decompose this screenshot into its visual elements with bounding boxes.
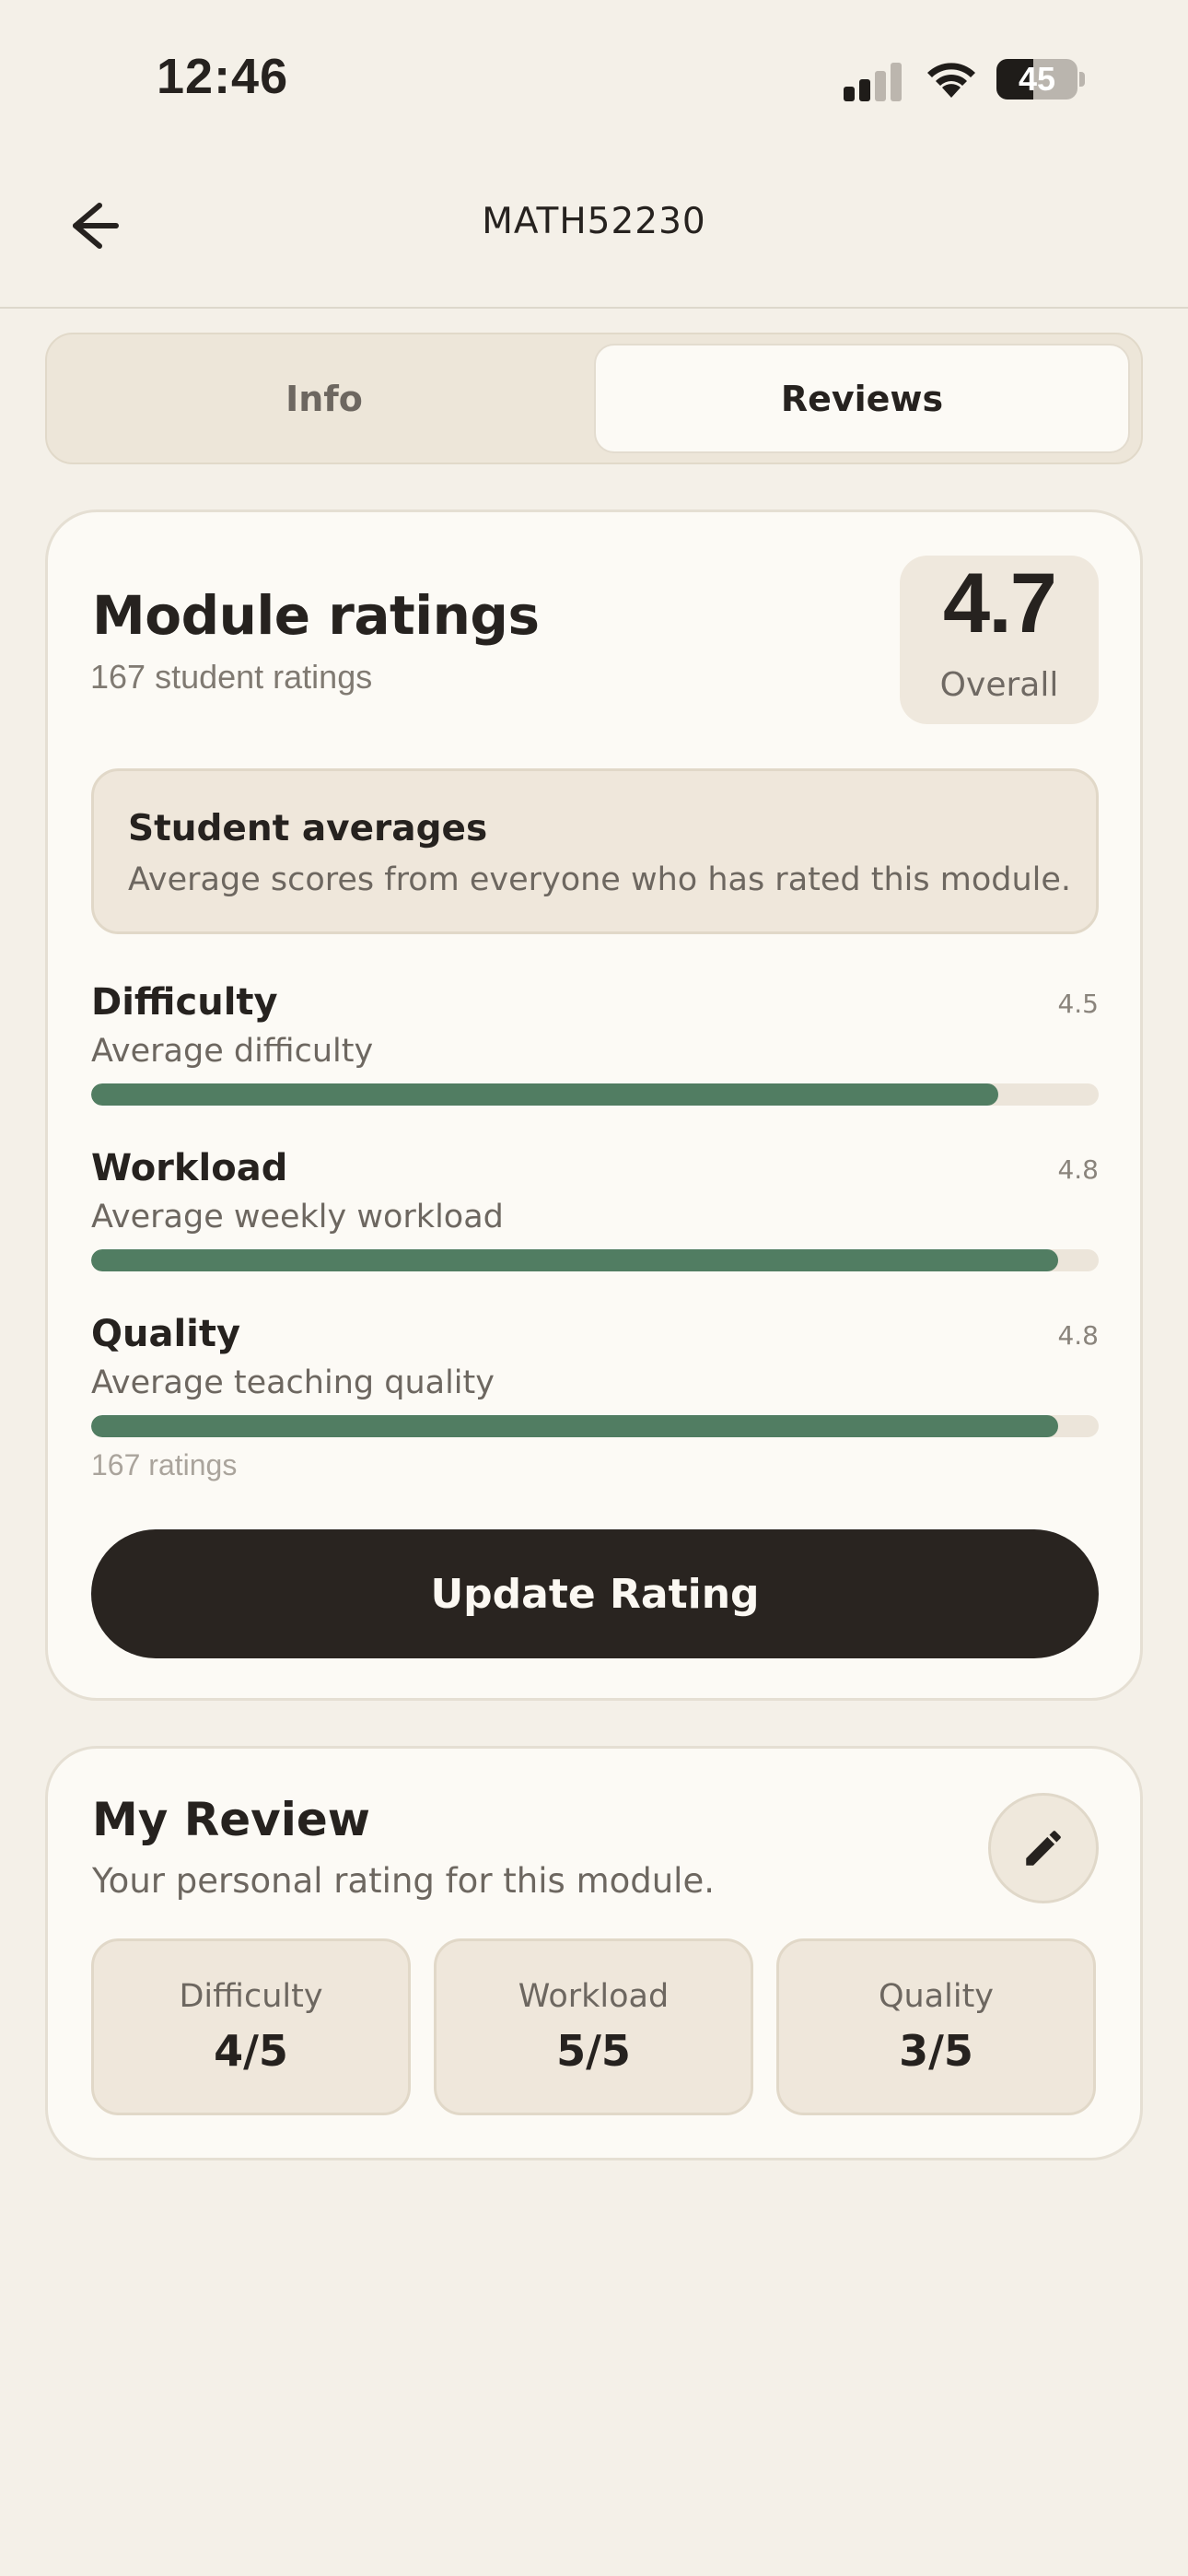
ratings-subtitle: 167 student ratings xyxy=(90,658,373,696)
ratings-count: 167 ratings xyxy=(91,1448,238,1481)
metric-value: 4.5 xyxy=(1057,989,1099,1019)
overall-score-box: 4.7 Overall xyxy=(900,556,1099,724)
metric-description: Average teaching quality xyxy=(91,1364,495,1401)
pencil-icon xyxy=(1026,1831,1061,1866)
metric-bar-track xyxy=(91,1083,1099,1106)
metric-quality: Quality 4.8 Average teaching quality xyxy=(91,1313,1099,1442)
averages-title: Student averages xyxy=(128,808,488,849)
tab-bar: Info Reviews xyxy=(45,333,1143,464)
score-value: 5/5 xyxy=(556,2026,631,2076)
screen: 12:46 45 MATH52230 Info Reviews Module r… xyxy=(0,0,1188,2576)
metric-bar-fill xyxy=(91,1249,1059,1271)
status-time: 12:46 xyxy=(157,49,289,104)
battery-level: 45 xyxy=(1018,60,1056,98)
metric-bar-track xyxy=(91,1249,1099,1271)
tab-reviews[interactable]: Reviews xyxy=(594,344,1130,453)
my-score-workload: Workload 5/5 xyxy=(434,1938,753,2115)
metric-bar-fill xyxy=(91,1083,998,1106)
metric-description: Average weekly workload xyxy=(91,1199,504,1235)
score-label: Difficulty xyxy=(179,1978,323,2015)
overall-label: Overall xyxy=(939,666,1059,704)
my-review-title: My Review xyxy=(92,1793,371,1846)
update-rating-button[interactable]: Update Rating xyxy=(91,1529,1099,1658)
student-averages-box: Student averages Average scores from eve… xyxy=(91,768,1099,934)
averages-description: Average scores from everyone who has rat… xyxy=(128,861,1072,898)
signal-icon xyxy=(844,63,902,101)
tab-info[interactable]: Info xyxy=(56,344,592,453)
score-value: 3/5 xyxy=(899,2026,973,2076)
metric-workload: Workload 4.8 Average weekly workload xyxy=(91,1147,1099,1276)
page-title: MATH52230 xyxy=(482,201,706,242)
overall-score: 4.7 xyxy=(943,556,1057,650)
metric-bar-fill xyxy=(91,1415,1059,1437)
metric-label: Quality xyxy=(91,1313,241,1355)
metric-description: Average difficulty xyxy=(91,1033,374,1070)
battery-icon: 45 xyxy=(996,59,1087,100)
metric-value: 4.8 xyxy=(1057,1154,1099,1185)
edit-review-button[interactable] xyxy=(988,1793,1099,1903)
wifi-icon xyxy=(927,63,975,98)
my-score-quality: Quality 3/5 xyxy=(776,1938,1096,2115)
my-review-card: My Review Your personal rating for this … xyxy=(45,1746,1143,2160)
score-label: Quality xyxy=(878,1978,995,2015)
score-label: Workload xyxy=(518,1978,670,2015)
header-divider xyxy=(0,307,1188,309)
my-review-subtitle: Your personal rating for this module. xyxy=(92,1861,715,1901)
ratings-title: Module ratings xyxy=(92,584,540,647)
score-value: 4/5 xyxy=(214,2026,288,2076)
metric-label: Difficulty xyxy=(91,981,278,1024)
status-icons: 45 xyxy=(838,53,1096,109)
module-ratings-card: Module ratings 167 student ratings 4.7 O… xyxy=(45,509,1143,1701)
metric-label: Workload xyxy=(91,1147,288,1189)
my-score-difficulty: Difficulty 4/5 xyxy=(91,1938,411,2115)
metric-value: 4.8 xyxy=(1057,1320,1099,1351)
metric-difficulty: Difficulty 4.5 Average difficulty xyxy=(91,981,1099,1110)
metric-bar-track xyxy=(91,1415,1099,1437)
